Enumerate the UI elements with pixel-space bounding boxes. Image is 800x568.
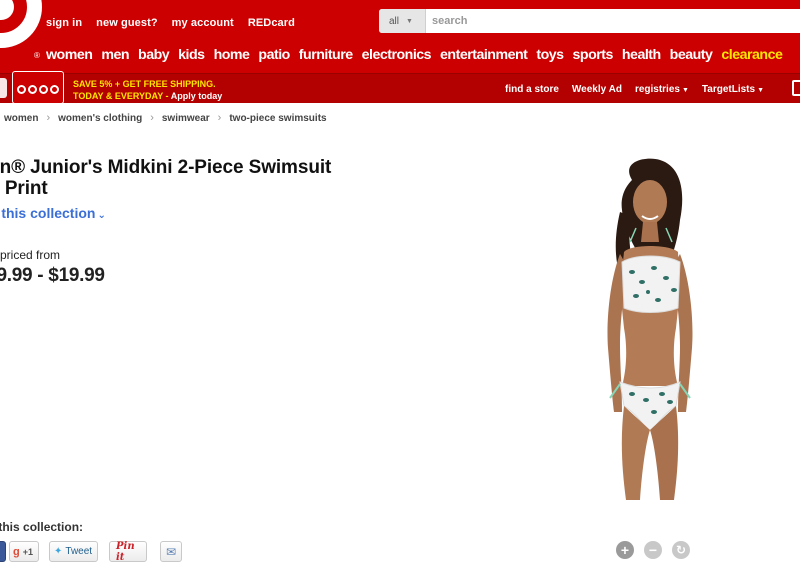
targetlists-dropdown[interactable]: TargetLists ▼ xyxy=(702,84,764,95)
product-title: Xhilaration® Junior's Midkini 2-Piece Sw… xyxy=(0,157,474,199)
product-title-line-1: Xhilaration® Junior's Midkini 2-Piece Sw… xyxy=(0,157,332,178)
chevron-down-icon: ⌄ xyxy=(97,210,106,221)
nav-patio[interactable]: patio xyxy=(258,47,290,63)
zoom-in-icon[interactable]: + xyxy=(616,541,634,559)
nav-sports[interactable]: sports xyxy=(573,47,614,63)
share-label: share this collection: xyxy=(0,520,84,534)
breadcrumb-women[interactable]: women xyxy=(4,113,38,124)
google-plus-button[interactable]: g +1 xyxy=(9,541,39,562)
find-a-store-link[interactable]: find a store xyxy=(505,84,559,95)
email-icon: ✉ xyxy=(165,544,177,559)
shop-this-collection-link[interactable]: shop this collection⌄ xyxy=(0,205,106,221)
nav-electronics[interactable]: electronics xyxy=(362,47,432,63)
chevron-down-icon: ▼ xyxy=(406,17,413,25)
chevron-right-icon: › xyxy=(150,112,154,124)
breadcrumb-swimwear[interactable]: swimwear xyxy=(162,113,210,124)
nav-kids[interactable]: kids xyxy=(178,47,205,63)
reset-zoom-icon[interactable]: ↻ xyxy=(672,541,690,559)
zoom-out-icon[interactable]: − xyxy=(644,541,662,559)
search-scope-value: all xyxy=(389,15,400,27)
my-account-link[interactable]: my account xyxy=(172,17,234,29)
target-logo[interactable] xyxy=(0,0,42,48)
product-title-line-2: - Leopard Print xyxy=(0,178,48,199)
redcard-image[interactable] xyxy=(12,71,64,104)
chevron-down-icon: ▼ xyxy=(681,87,689,94)
utility-nav: find a store Weekly Ad registries ▼ Targe… xyxy=(505,84,764,95)
chevron-down-icon: ▼ xyxy=(757,87,765,94)
nav-furniture[interactable]: furniture xyxy=(299,47,353,63)
email-share-button[interactable]: ✉ xyxy=(160,541,182,562)
redcard-promo[interactable]: SAVE 5% + GET FREE SHIPPING. TODAY & EVE… xyxy=(73,78,222,102)
nav-entertainment[interactable]: entertainment xyxy=(440,47,528,63)
breadcrumb-womens-clothing[interactable]: women's clothing xyxy=(58,113,142,124)
product-image[interactable] xyxy=(580,150,720,520)
search-bar: all ▼ xyxy=(379,9,800,33)
nav-health[interactable]: health xyxy=(622,47,661,63)
search-input[interactable] xyxy=(426,9,800,33)
nav-clearance[interactable]: clearance xyxy=(721,47,782,63)
card-edge-decoration xyxy=(0,78,7,98)
pin-it-button[interactable]: Pin it xyxy=(109,540,147,563)
tweet-button[interactable]: ✦ Tweet xyxy=(49,541,98,562)
price-label: items priced from xyxy=(0,248,61,262)
price-range: $19.99 - $19.99 xyxy=(0,265,105,286)
registries-dropdown[interactable]: registries ▼ xyxy=(635,84,689,95)
chevron-right-icon: › xyxy=(46,112,51,124)
facebook-share-button[interactable] xyxy=(0,541,6,562)
nav-men[interactable]: men xyxy=(101,47,129,63)
twitter-icon: ✦ xyxy=(54,546,63,557)
pinterest-icon: Pin it xyxy=(116,540,135,563)
redcard-link[interactable]: REDcard xyxy=(248,17,295,29)
breadcrumb-two-piece-swimsuits[interactable]: two-piece swimsuits xyxy=(229,113,326,124)
search-scope-dropdown[interactable]: all ▼ xyxy=(379,9,426,33)
redcard-bullseyes xyxy=(17,85,59,94)
chevron-right-icon: › xyxy=(217,112,222,124)
new-guest-link[interactable]: new guest? xyxy=(96,17,158,29)
account-links: sign in new guest? my account REDcard xyxy=(46,17,295,29)
sign-in-link[interactable]: sign in xyxy=(46,17,82,29)
promo-line-2: TODAY & EVERYDAY - Apply today xyxy=(73,91,223,101)
breadcrumb: women › women's clothing › swimwear › tw… xyxy=(4,112,327,124)
logo-registered-mark: ® xyxy=(34,51,40,60)
apply-today-link[interactable]: Apply today xyxy=(171,91,223,101)
logo-bullseye xyxy=(0,0,14,20)
weekly-ad-link[interactable]: Weekly Ad xyxy=(572,84,622,95)
target-product-page: ® sign in new guest? my account REDcard … xyxy=(0,0,800,568)
google-plus-icon: g xyxy=(13,545,20,558)
nav-toys[interactable]: toys xyxy=(536,47,564,63)
nav-women[interactable]: women xyxy=(46,47,93,63)
category-nav: women men baby kids home patio furniture… xyxy=(46,47,783,63)
nav-baby[interactable]: baby xyxy=(138,47,170,63)
cart-icon[interactable] xyxy=(792,80,800,96)
nav-beauty[interactable]: beauty xyxy=(670,47,713,63)
promo-line-1: SAVE 5% + GET FREE SHIPPING. xyxy=(73,79,216,89)
nav-home[interactable]: home xyxy=(214,47,250,63)
